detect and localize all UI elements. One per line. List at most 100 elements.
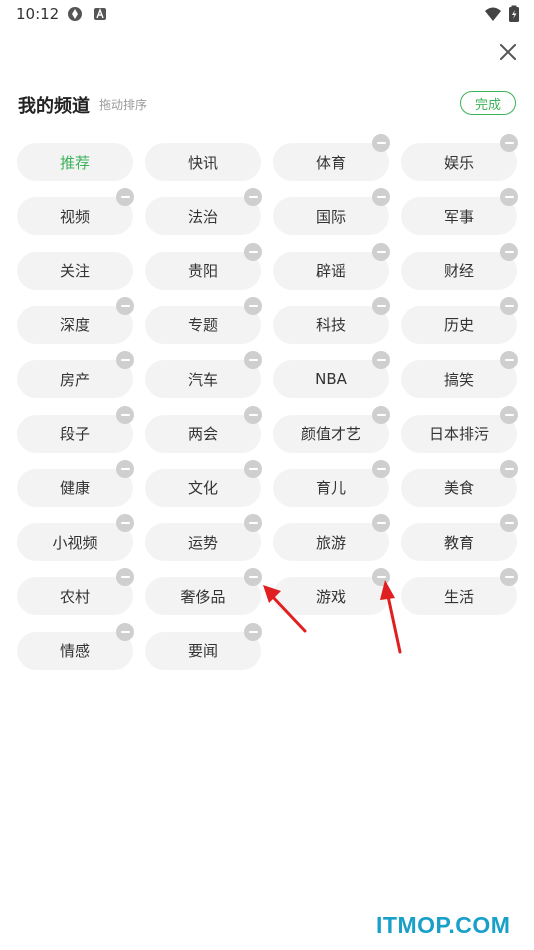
a-badge-icon bbox=[91, 5, 109, 23]
channel-chip[interactable]: 农村 bbox=[17, 568, 134, 616]
channel-chip[interactable]: 辟谣 bbox=[273, 242, 390, 290]
channel-chip[interactable]: 颜值才艺 bbox=[273, 405, 390, 453]
channel-chip[interactable]: 生活 bbox=[401, 568, 518, 616]
channel-label: 美食 bbox=[443, 479, 474, 498]
channel-chip[interactable]: 段子 bbox=[17, 405, 134, 453]
channel-chip[interactable]: NBA bbox=[273, 351, 390, 399]
channel-chip[interactable]: 旅游 bbox=[273, 514, 390, 562]
channel-chip[interactable]: 历史 bbox=[401, 296, 518, 344]
channel-chip[interactable]: 贵阳 bbox=[145, 242, 262, 290]
channel-label: 辟谣 bbox=[315, 262, 346, 281]
channel-label: 视频 bbox=[59, 207, 90, 226]
remove-channel-icon[interactable] bbox=[372, 188, 390, 207]
remove-channel-icon[interactable] bbox=[372, 134, 390, 152]
channel-label: NBA bbox=[315, 370, 347, 389]
channel-chip[interactable]: 关注 bbox=[17, 251, 133, 290]
done-button[interactable]: 完成 bbox=[460, 91, 516, 115]
remove-channel-icon[interactable] bbox=[116, 188, 134, 207]
channel-chip[interactable]: 快讯 bbox=[145, 143, 261, 181]
sync-icon bbox=[66, 5, 84, 23]
channel-chip[interactable]: 视频 bbox=[17, 188, 134, 236]
close-icon bbox=[500, 44, 516, 60]
channel-chip[interactable]: 要闻 bbox=[145, 622, 262, 670]
remove-channel-icon[interactable] bbox=[116, 405, 134, 424]
channel-label: 搞笑 bbox=[443, 370, 474, 389]
remove-channel-icon[interactable] bbox=[116, 568, 134, 587]
channel-label: 专题 bbox=[187, 316, 218, 335]
channel-label: 法治 bbox=[187, 207, 218, 226]
remove-channel-icon[interactable] bbox=[372, 459, 390, 478]
channel-chip[interactable]: 搞笑 bbox=[401, 351, 518, 399]
remove-channel-icon[interactable] bbox=[372, 351, 390, 370]
remove-channel-icon[interactable] bbox=[116, 296, 134, 315]
remove-channel-icon[interactable] bbox=[500, 188, 518, 207]
channel-chip[interactable]: 军事 bbox=[401, 188, 518, 236]
channel-chip[interactable]: 科技 bbox=[273, 296, 390, 344]
channel-label: 游戏 bbox=[315, 587, 346, 606]
channel-label: 文化 bbox=[187, 479, 218, 498]
channel-label: 教育 bbox=[443, 533, 474, 552]
remove-channel-icon[interactable] bbox=[500, 568, 518, 587]
remove-channel-icon[interactable] bbox=[116, 351, 134, 370]
channel-chip[interactable]: 财经 bbox=[401, 242, 518, 290]
remove-channel-icon[interactable] bbox=[372, 514, 390, 533]
channel-chip[interactable]: 育儿 bbox=[273, 459, 390, 507]
remove-channel-icon[interactable] bbox=[116, 514, 134, 533]
close-button[interactable] bbox=[496, 40, 520, 64]
channel-chip[interactable]: 两会 bbox=[145, 405, 262, 453]
channel-chip[interactable]: 情感 bbox=[17, 622, 134, 670]
channel-label: 国际 bbox=[315, 207, 346, 226]
channel-chip[interactable]: 教育 bbox=[401, 514, 518, 562]
channel-chip[interactable]: 汽车 bbox=[145, 351, 262, 399]
remove-channel-icon[interactable] bbox=[116, 459, 134, 478]
channel-label: 娱乐 bbox=[443, 153, 474, 172]
wifi-icon bbox=[484, 5, 502, 23]
channel-label: 科技 bbox=[315, 316, 346, 335]
channel-chip[interactable]: 小视频 bbox=[17, 514, 134, 562]
remove-channel-icon[interactable] bbox=[244, 459, 262, 478]
status-bar: 10:12 bbox=[0, 0, 534, 28]
channel-chip[interactable]: 文化 bbox=[145, 459, 262, 507]
remove-channel-icon[interactable] bbox=[244, 296, 262, 315]
remove-channel-icon[interactable] bbox=[372, 242, 390, 261]
remove-channel-icon[interactable] bbox=[500, 514, 518, 533]
remove-channel-icon[interactable] bbox=[244, 188, 262, 207]
red-arrow-icon bbox=[380, 580, 402, 654]
remove-channel-icon[interactable] bbox=[500, 405, 518, 424]
channel-chip[interactable]: 深度 bbox=[17, 296, 134, 344]
remove-channel-icon[interactable] bbox=[244, 405, 262, 424]
channel-label: 生活 bbox=[443, 587, 474, 606]
channel-chip[interactable]: 运势 bbox=[145, 514, 262, 562]
remove-channel-icon[interactable] bbox=[500, 242, 518, 261]
remove-channel-icon[interactable] bbox=[500, 459, 518, 478]
channel-label: 历史 bbox=[443, 316, 474, 335]
remove-channel-icon[interactable] bbox=[500, 351, 518, 370]
remove-channel-icon[interactable] bbox=[116, 622, 134, 641]
channel-chip[interactable]: 体育 bbox=[273, 134, 390, 181]
remove-channel-icon[interactable] bbox=[372, 405, 390, 424]
remove-channel-icon[interactable] bbox=[244, 514, 262, 533]
remove-channel-icon[interactable] bbox=[244, 351, 262, 370]
channel-chip[interactable]: 房产 bbox=[17, 351, 134, 399]
channel-chip[interactable]: 健康 bbox=[17, 459, 134, 507]
channel-chip[interactable]: 国际 bbox=[273, 188, 390, 236]
channel-chip[interactable]: 奢侈品 bbox=[145, 568, 262, 616]
channel-chip[interactable]: 推荐 bbox=[17, 143, 133, 181]
remove-channel-icon[interactable] bbox=[500, 296, 518, 315]
channel-chip[interactable]: 日本排污 bbox=[401, 405, 518, 453]
channel-label: 军事 bbox=[443, 207, 474, 226]
channel-label: 体育 bbox=[315, 153, 346, 172]
channel-label: 贵阳 bbox=[187, 262, 218, 281]
channel-chip[interactable]: 专题 bbox=[145, 296, 262, 344]
channel-chip[interactable]: 美食 bbox=[401, 459, 518, 507]
channel-label: 健康 bbox=[59, 479, 90, 498]
battery-icon bbox=[505, 5, 523, 23]
remove-channel-icon[interactable] bbox=[500, 134, 518, 152]
channel-chip[interactable]: 法治 bbox=[145, 188, 262, 236]
remove-channel-icon[interactable] bbox=[244, 242, 262, 261]
channel-label: 运势 bbox=[187, 533, 218, 552]
channel-label: 段子 bbox=[59, 425, 90, 443]
channel-label: 日本排污 bbox=[428, 425, 489, 443]
remove-channel-icon[interactable] bbox=[372, 296, 390, 315]
channel-chip[interactable]: 娱乐 bbox=[401, 134, 518, 181]
